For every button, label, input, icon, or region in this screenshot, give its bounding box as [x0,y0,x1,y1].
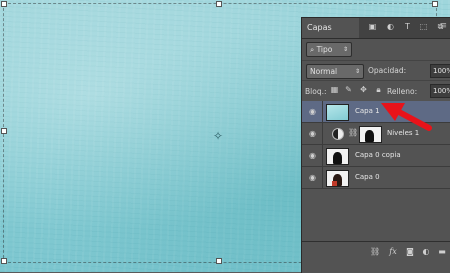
lock-label: Bloq.: [305,87,327,96]
smart-object-filter-icon[interactable]: ⧉ [436,22,445,31]
layer-thumbnail [326,104,349,121]
row-divider [322,167,323,188]
transform-handle-top-right[interactable] [432,1,438,7]
annotation-arrow-icon [381,103,432,131]
row-divider [322,123,323,144]
type-filter-icon[interactable]: T [403,22,412,31]
layers-panel-toolbar: ⛓ fx ◙ ◐ ▬ [302,241,450,264]
transform-center-icon[interactable]: ✧ [213,130,223,142]
blend-mode-value: Normal [310,67,338,76]
transform-handle-top-left[interactable] [1,1,7,7]
add-mask-icon[interactable]: ◙ [405,247,415,256]
mask-link-icon[interactable]: ⛓ [348,128,358,137]
layer-thumbnail [326,170,349,187]
thumbnail-accent [332,181,337,186]
layers-panel: Capas ≡ ⌕ Tipo ⇕ ▣ ◐ T ⬚ ⧉ Normal ⇕ Opac… [301,17,450,273]
tab-layers[interactable]: Capas [302,18,359,38]
lock-transparent-icon[interactable]: ▦ [330,85,339,94]
thumbnail-silhouette [333,152,342,164]
filter-kind-dropdown[interactable]: ⌕ Tipo ⇕ [306,42,352,57]
adjustment-filter-icon[interactable]: ◐ [386,22,395,31]
visibility-eye-icon[interactable]: ◉ [306,129,319,138]
dropdown-arrow-icon: ⇕ [342,46,348,53]
filter-kind-label: ⌕ Tipo [310,45,333,54]
visibility-eye-icon[interactable]: ◉ [306,151,319,160]
blend-row: Normal ⇕ Opacidad: 100% [302,60,450,81]
fx-icon[interactable]: fx [388,247,398,256]
shape-filter-icon[interactable]: ⬚ [419,22,428,31]
layer-name: Capa 0 [355,173,380,181]
levels-adjustment-icon [332,128,344,140]
opacity-field[interactable]: 100% [430,64,450,78]
transform-handle-bottom[interactable] [216,258,222,264]
layer-name: Capa 0 copia [355,151,401,159]
row-divider [322,145,323,166]
transform-handle-left[interactable] [1,128,7,134]
filter-row: ⌕ Tipo ⇕ [302,39,450,57]
image-filter-icon[interactable]: ▣ [368,22,377,31]
lock-all-icon[interactable]: 🔒︎ [374,85,383,95]
layer-thumbnail [326,148,349,165]
new-group-icon[interactable]: ▬ [437,247,447,256]
mask-silhouette [365,130,374,142]
opacity-label: Opacidad: [368,66,407,75]
dropdown-arrow-icon: ⇕ [354,68,360,75]
adjustment-layer-icon[interactable]: ◐ [421,247,431,256]
layer-row-capa-0[interactable]: ◉ Capa 0 [302,167,450,189]
lock-position-icon[interactable]: ✥ [359,85,368,94]
blend-mode-dropdown[interactable]: Normal ⇕ [306,64,364,79]
visibility-eye-icon[interactable]: ◉ [306,173,319,182]
transform-handle-bottom-left[interactable] [1,258,7,264]
lock-pixels-icon[interactable]: ✎ [344,85,353,94]
link-layers-icon[interactable]: ⛓ [370,247,380,256]
layer-row-capa-0-copia[interactable]: ◉ Capa 0 copia [302,145,450,167]
visibility-eye-icon[interactable]: ◉ [306,107,319,116]
transform-handle-top[interactable] [216,1,222,7]
row-divider [322,101,323,122]
